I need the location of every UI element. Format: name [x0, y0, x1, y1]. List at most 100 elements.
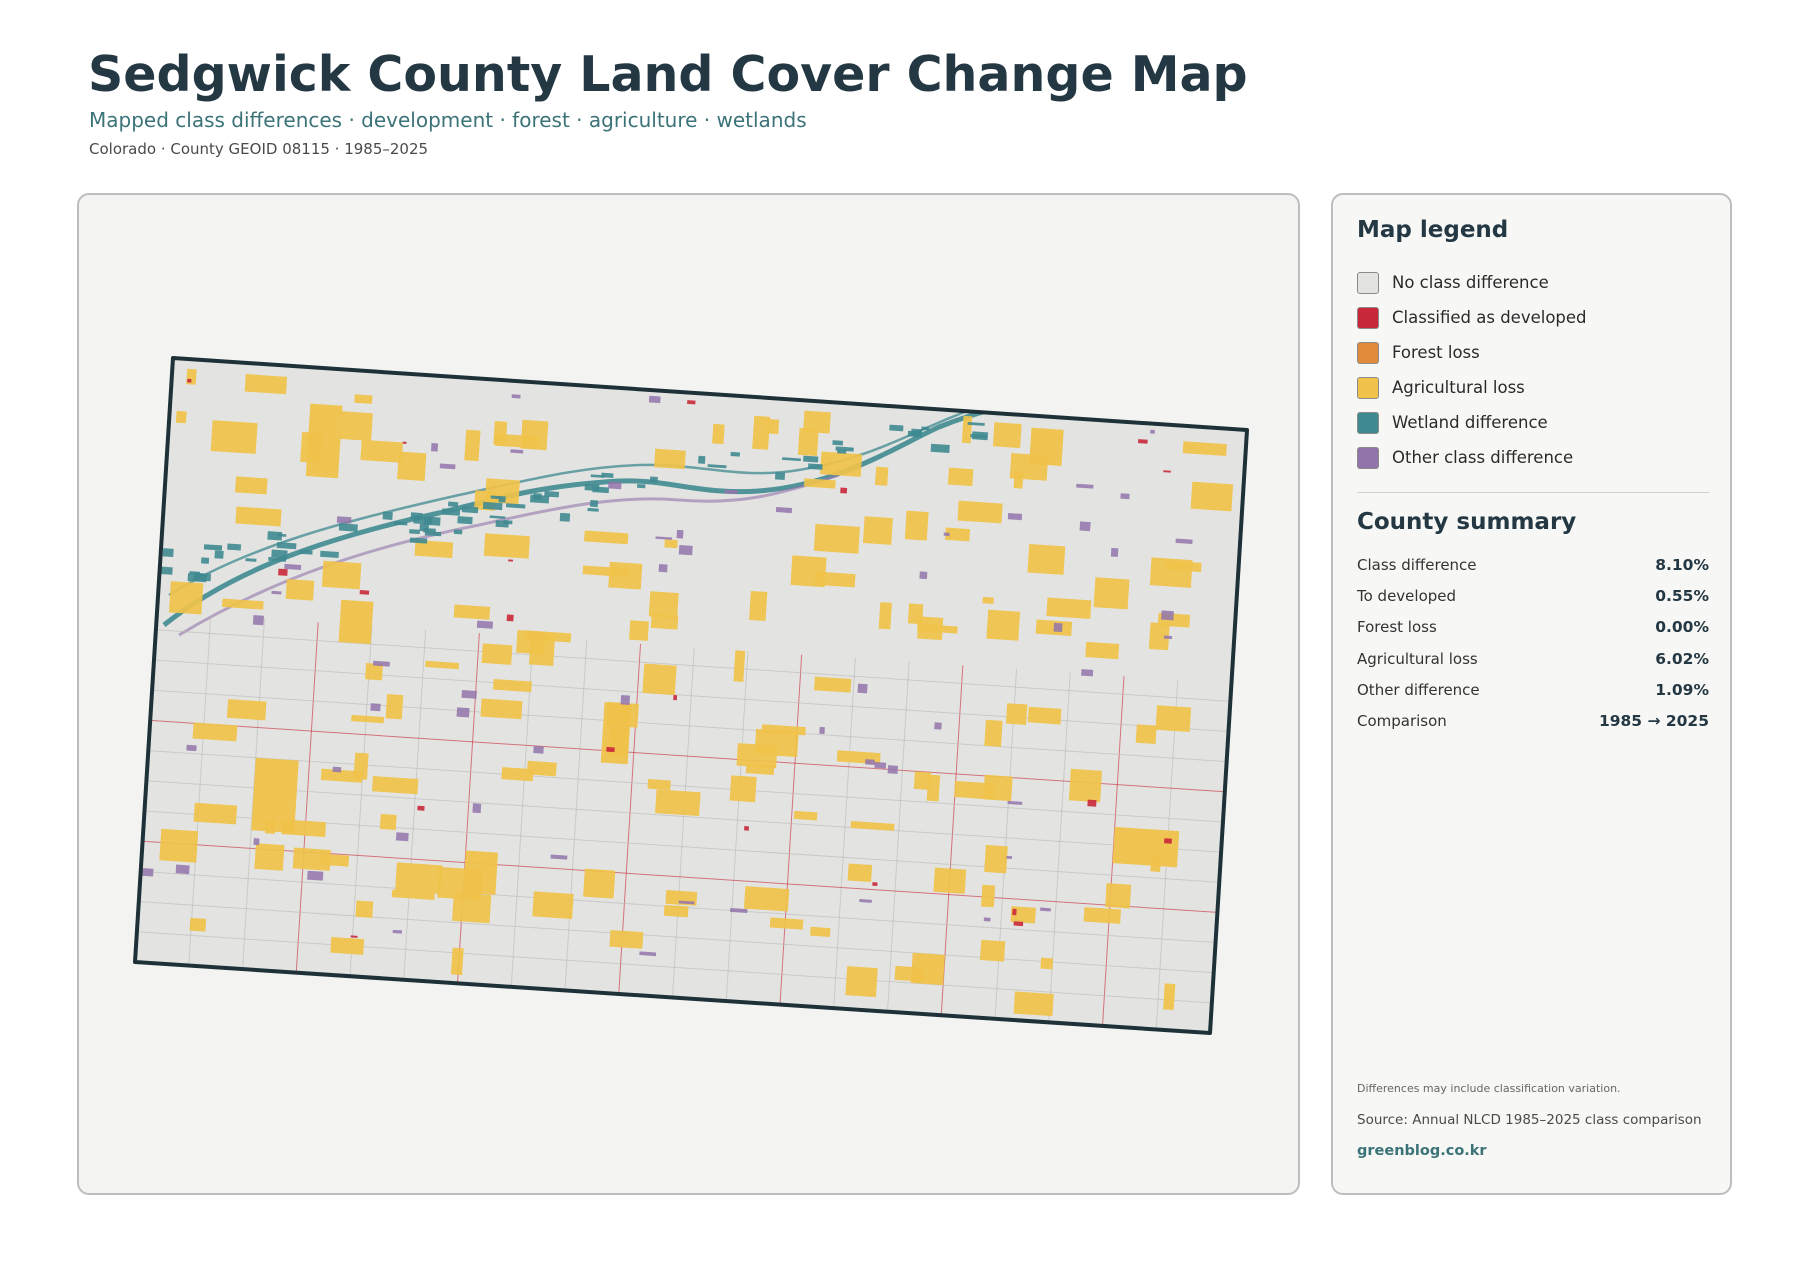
- summary-value: 0.00%: [1655, 618, 1709, 637]
- change-patch: [649, 476, 658, 483]
- change-patch: [981, 884, 996, 908]
- change-patch: [200, 557, 210, 564]
- change-patch: [921, 426, 930, 431]
- change-patch: [559, 512, 571, 522]
- change-patch: [410, 512, 423, 521]
- change-patch: [857, 683, 868, 694]
- change-patch: [395, 832, 409, 842]
- change-patch: [947, 467, 974, 487]
- change-patch: [235, 506, 282, 527]
- divider: [1357, 492, 1709, 493]
- change-patch: [608, 481, 622, 490]
- change-patch: [636, 483, 646, 489]
- change-patch: [803, 455, 819, 463]
- change-patch: [332, 766, 342, 773]
- legend-label: No class difference: [1392, 273, 1549, 292]
- change-patch: [476, 620, 494, 629]
- page-meta: Colorado · County GEOID 08115 · 1985–202…: [89, 140, 429, 158]
- legend-swatch: [1357, 376, 1379, 399]
- change-patch: [933, 867, 967, 894]
- change-patch: [810, 926, 831, 937]
- change-patch: [819, 726, 825, 734]
- change-patch: [1155, 705, 1192, 733]
- change-patch: [1164, 838, 1172, 844]
- change-patch: [1012, 908, 1017, 916]
- change-patch: [673, 694, 678, 701]
- legend-label: Forest loss: [1392, 343, 1480, 362]
- change-patch: [456, 707, 470, 718]
- legend-swatch: [1357, 411, 1379, 434]
- summary-label: Comparison: [1357, 712, 1447, 731]
- change-patch: [1083, 907, 1121, 924]
- change-patch: [354, 394, 373, 404]
- change-patch: [292, 847, 332, 871]
- change-patch: [971, 431, 989, 441]
- county-map[interactable]: [79, 195, 1300, 1195]
- change-patch: [1027, 706, 1062, 725]
- legend-swatch: [1357, 446, 1379, 469]
- change-patch: [533, 746, 544, 754]
- change-patch: [402, 441, 407, 444]
- legend-label: Wetland difference: [1392, 413, 1548, 432]
- change-patch: [299, 549, 313, 555]
- summary-table: Class difference 8.10% To developed 0.55…: [1357, 549, 1709, 737]
- map-panel[interactable]: N: [77, 193, 1300, 1195]
- change-patch: [943, 532, 950, 537]
- change-patch: [453, 529, 463, 535]
- change-patch: [654, 448, 686, 470]
- legend-label: Agricultural loss: [1392, 378, 1525, 397]
- summary-value: 1.09%: [1655, 680, 1709, 699]
- change-patch: [620, 695, 631, 705]
- change-patch: [813, 676, 852, 693]
- legend-item-developed: Classified as developed: [1357, 300, 1587, 335]
- change-patch: [1110, 547, 1119, 557]
- change-patch: [658, 564, 668, 573]
- summary-label: Other difference: [1357, 680, 1480, 699]
- legend-label: Other class difference: [1392, 448, 1574, 467]
- change-patch: [878, 602, 892, 630]
- change-patch: [307, 870, 324, 881]
- legend-title: Map legend: [1357, 217, 1509, 243]
- change-patch: [992, 422, 1022, 449]
- summary-row: Class difference 8.10%: [1357, 549, 1709, 580]
- change-patch: [278, 568, 288, 576]
- change-patch: [336, 516, 352, 524]
- change-patch: [1138, 439, 1148, 444]
- change-patch: [193, 802, 238, 825]
- change-patch: [1079, 521, 1091, 532]
- change-patch: [226, 699, 267, 721]
- change-patch: [392, 929, 403, 934]
- change-patch: [733, 650, 746, 682]
- change-patch: [1029, 427, 1064, 467]
- change-patch: [320, 550, 339, 559]
- summary-label: Agricultural loss: [1357, 649, 1478, 668]
- change-patch: [736, 743, 778, 769]
- change-patch: [744, 826, 749, 831]
- change-patch: [712, 423, 725, 445]
- change-patch: [1150, 429, 1155, 434]
- change-patch: [774, 472, 786, 480]
- change-patch: [482, 501, 503, 511]
- change-patch: [730, 451, 741, 457]
- change-patch: [913, 771, 932, 790]
- change-patch: [775, 506, 793, 514]
- change-patch: [642, 663, 677, 696]
- change-patch: [982, 596, 994, 605]
- summary-row: Agricultural loss 6.02%: [1357, 643, 1709, 674]
- change-patch: [583, 868, 616, 899]
- change-patch: [360, 439, 403, 463]
- change-patch: [210, 420, 258, 454]
- change-patch: [370, 703, 381, 712]
- legend-label: Classified as developed: [1392, 308, 1587, 327]
- change-patch: [480, 698, 523, 720]
- change-patch: [355, 900, 374, 918]
- change-patch: [862, 516, 893, 545]
- summary-value: 8.10%: [1655, 555, 1709, 574]
- change-patch: [448, 501, 459, 507]
- site-link[interactable]: greenblog.co.kr: [1357, 1143, 1487, 1159]
- change-patch: [590, 500, 599, 508]
- change-patch: [1135, 724, 1157, 744]
- change-patch: [457, 516, 473, 525]
- change-patch: [1163, 635, 1173, 640]
- change-patch: [495, 520, 509, 528]
